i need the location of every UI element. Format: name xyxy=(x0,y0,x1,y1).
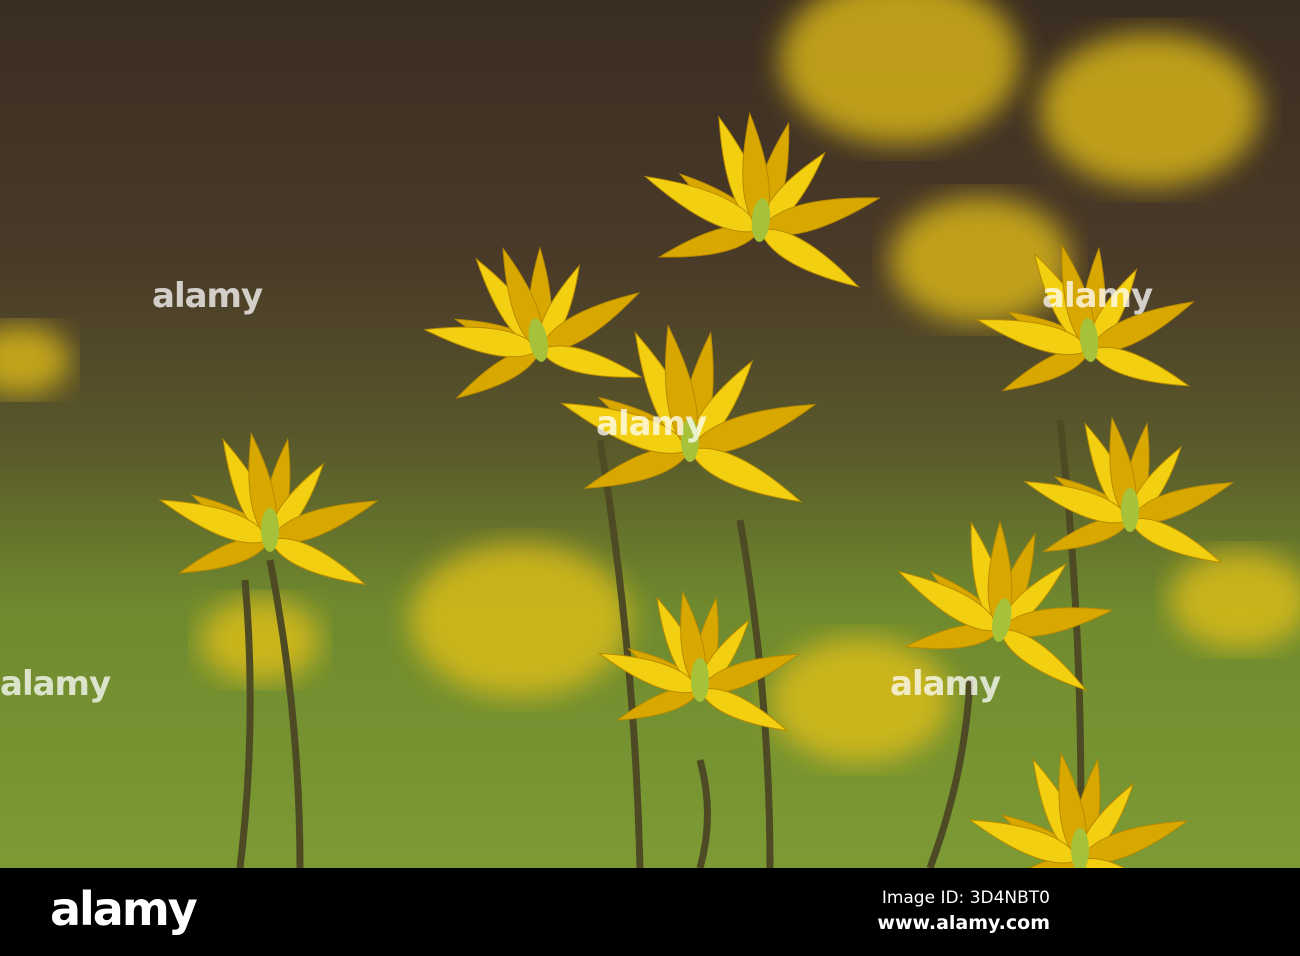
blurred-flower xyxy=(0,325,70,395)
image-id: Image ID: 3D4NBT0 xyxy=(881,888,1050,908)
website-link: www.alamy.com xyxy=(877,912,1050,934)
footer-bar: alamy Image ID: 3D4NBT0 www.alamy.com xyxy=(0,868,1300,956)
stem xyxy=(736,519,774,868)
watermark: alamy xyxy=(890,664,1001,704)
stem xyxy=(696,759,711,868)
tulip-flower xyxy=(1022,416,1235,564)
watermark: alamy xyxy=(1042,276,1153,316)
blurred-flower xyxy=(410,543,630,697)
blurred-flower xyxy=(1170,551,1300,649)
tulip-photo: alamy alamy alamy alamy alamy xyxy=(0,0,1300,868)
blurred-flower xyxy=(780,0,1020,144)
alamy-logo: alamy xyxy=(50,882,198,936)
blurred-flower xyxy=(1040,33,1260,187)
blurred-flower xyxy=(200,598,320,682)
tulip-flower xyxy=(423,246,644,399)
watermark: alamy xyxy=(596,404,707,444)
watermark: alamy xyxy=(0,664,111,704)
watermark: alamy xyxy=(152,276,263,316)
